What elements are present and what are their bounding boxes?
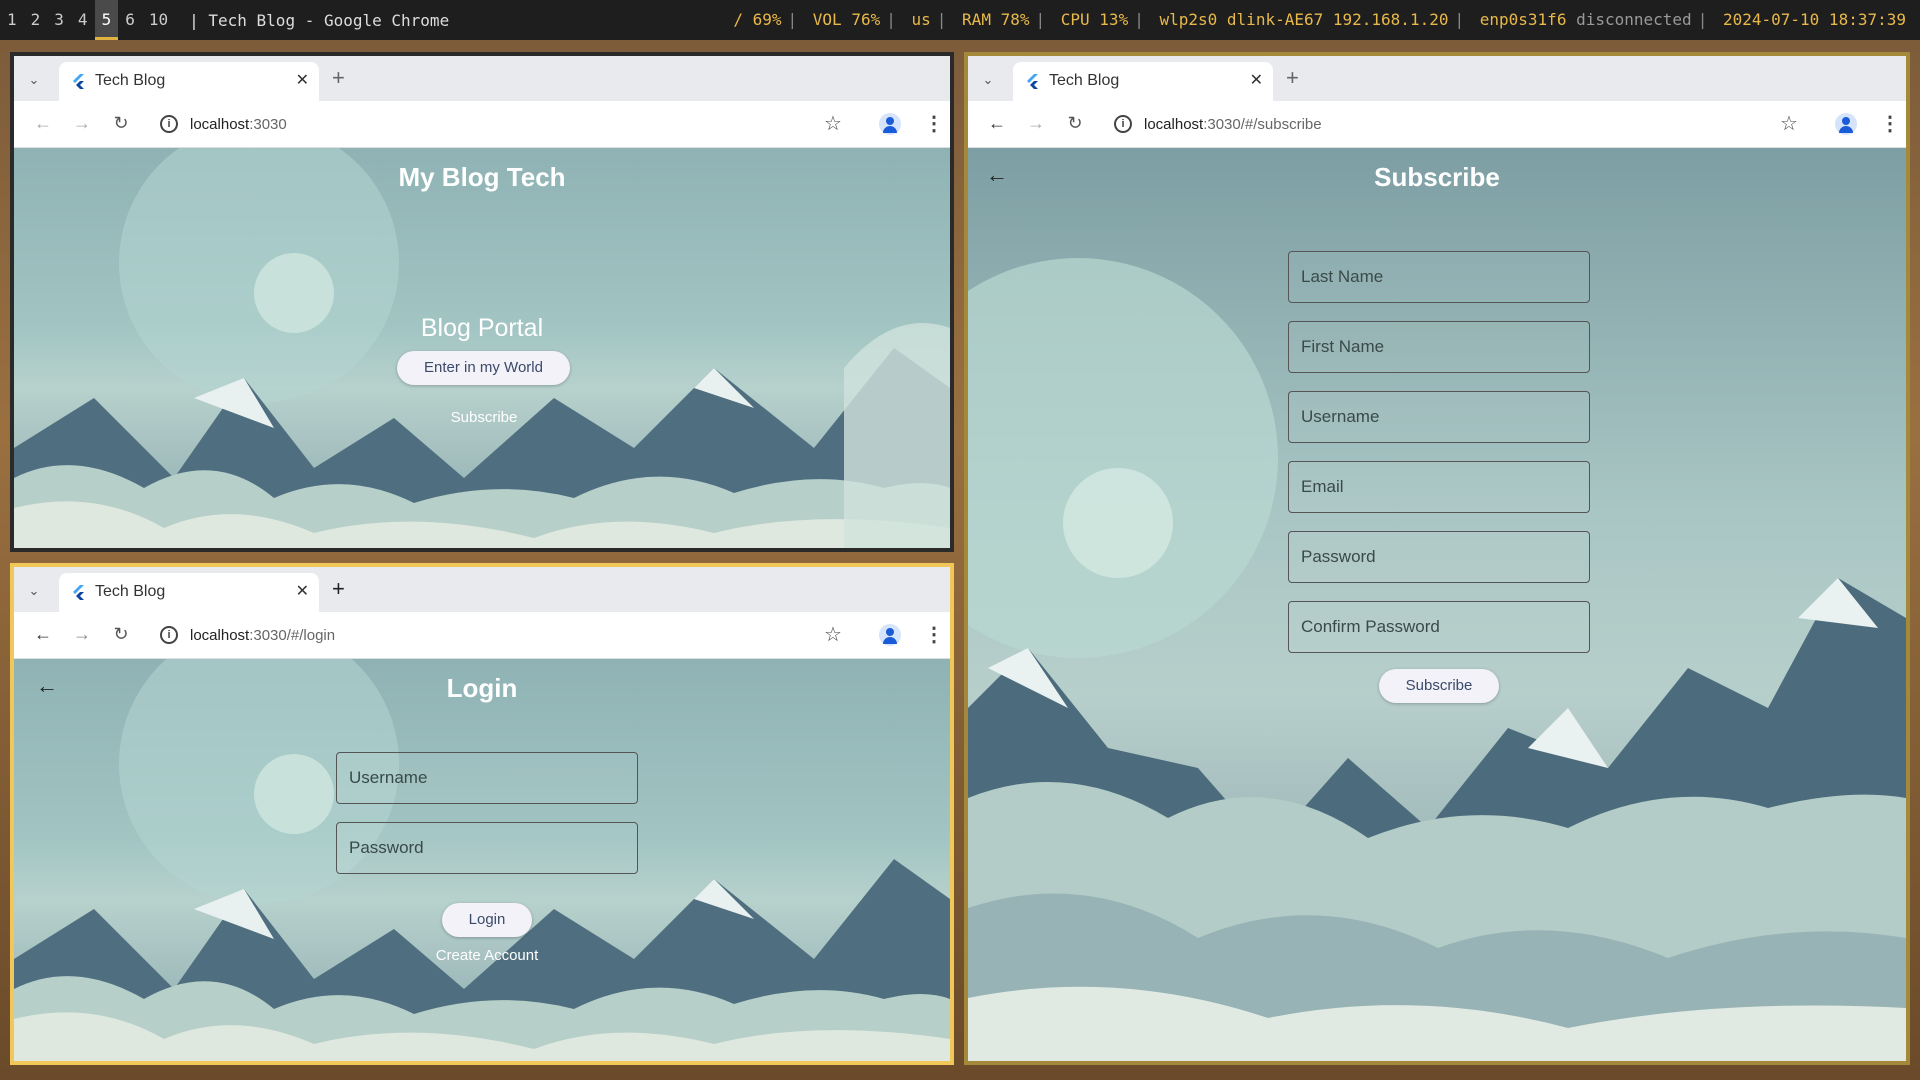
url-text[interactable]: localhost:3030/#/login [190, 627, 335, 644]
info-icon[interactable]: i [160, 626, 178, 644]
flutter-icon [73, 585, 84, 600]
kebab-menu-icon[interactable]: ⋮ [924, 622, 944, 647]
page-title: Login [446, 673, 518, 703]
email-field[interactable]: Email [1288, 461, 1590, 513]
workspace-1[interactable]: 1 [0, 0, 24, 40]
kebab-menu-icon[interactable]: ⋮ [1880, 111, 1900, 136]
workspace-3[interactable]: 3 [47, 0, 71, 40]
tab-title: Tech Blog [95, 583, 166, 600]
chevron-down-icon[interactable]: ⌄ [24, 70, 44, 90]
password-field[interactable]: Password [336, 822, 638, 874]
tab-strip: ⌄ Tech Blog ✕ + [968, 56, 1906, 101]
url-text[interactable]: localhost:3030 [190, 116, 287, 133]
browser-window-login: ⌄ Tech Blog ✕ + ← → ↻ i localhost:3030/#… [10, 563, 954, 1065]
profile-icon[interactable] [879, 113, 901, 135]
forward-icon[interactable]: → [71, 624, 93, 645]
create-account-link[interactable]: Create Account [407, 947, 567, 964]
page-content: My Blog Tech Blog Portal Enter in my Wor… [14, 148, 950, 548]
page-title: My Blog Tech [398, 162, 566, 192]
forward-icon[interactable]: → [1025, 113, 1047, 134]
tab-title: Tech Blog [95, 72, 166, 89]
star-icon[interactable]: ☆ [1780, 111, 1798, 136]
chevron-down-icon[interactable]: ⌄ [978, 70, 998, 90]
back-icon[interactable]: ← [986, 113, 1008, 134]
ram-usage: RAM 78% [962, 10, 1030, 29]
status-blocks: / 69% | VOL 76% | us | RAM 78% | CPU 13% | wl… [733, 10, 1906, 29]
address-bar: ← → ↻ i localhost:3030/#/subscribe ☆ ⋮ [968, 101, 1906, 148]
workspace-10[interactable]: 10 [142, 0, 175, 40]
tab-tech-blog[interactable]: Tech Blog ✕ [59, 573, 319, 612]
flutter-icon [73, 74, 84, 89]
page-title: Subscribe [1374, 162, 1500, 192]
close-icon[interactable]: ✕ [296, 70, 309, 90]
password-field[interactable]: Password [1288, 531, 1590, 583]
plus-icon[interactable]: + [332, 65, 345, 91]
tab-strip: ⌄ Tech Blog ✕ + [14, 56, 950, 101]
window-title-text: Tech Blog - Google Chrome [208, 10, 450, 30]
back-icon[interactable]: ← [32, 113, 54, 134]
ethernet-state: disconnected [1576, 10, 1692, 29]
back-icon[interactable]: ← [32, 624, 54, 645]
chevron-down-icon[interactable]: ⌄ [24, 581, 44, 601]
username-field[interactable]: Username [336, 752, 638, 804]
status-bar: 1 2 3 4 5 6 10 | Tech Blog - Google Chro… [0, 0, 1920, 40]
kebab-menu-icon[interactable]: ⋮ [924, 111, 944, 136]
username-field[interactable]: Username [1288, 391, 1590, 443]
tab-tech-blog[interactable]: Tech Blog ✕ [59, 62, 319, 101]
star-icon[interactable]: ☆ [824, 622, 842, 647]
volume: VOL 76% [812, 10, 881, 29]
forward-icon[interactable]: → [71, 113, 93, 134]
info-icon[interactable]: i [1114, 115, 1132, 133]
url-box[interactable]: i localhost:3030 [150, 107, 850, 142]
tab-title: Tech Blog [1049, 72, 1120, 89]
browser-window-subscribe: ⌄ Tech Blog ✕ + ← → ↻ i localhost:3030/#… [964, 52, 1910, 1065]
login-button[interactable]: Login [442, 903, 532, 937]
subscribe-link[interactable]: Subscribe [434, 409, 534, 426]
cpu-usage: CPU 13% [1060, 10, 1129, 29]
disk-usage: / 69% [733, 10, 782, 29]
datetime: 2024-07-10 18:37:39 [1722, 10, 1906, 29]
flutter-icon [1027, 74, 1038, 89]
first-name-field[interactable]: First Name [1288, 321, 1590, 373]
confirm-password-field[interactable]: Confirm Password [1288, 601, 1590, 653]
info-icon[interactable]: i [160, 115, 178, 133]
url-box[interactable]: i localhost:3030/#/subscribe [1104, 107, 1804, 142]
page-content: ← Login Username Password Login Create A… [14, 659, 950, 1061]
workspace-5[interactable]: 5 [94, 0, 119, 40]
portal-label: Blog Portal [420, 314, 544, 342]
profile-icon[interactable] [879, 624, 901, 646]
address-bar: ← → ↻ i localhost:3030/#/login ☆ ⋮ [14, 612, 950, 659]
close-icon[interactable]: ✕ [1250, 70, 1263, 90]
reload-icon[interactable]: ↻ [110, 624, 132, 645]
profile-icon[interactable] [1835, 113, 1857, 135]
browser-window-home: ⌄ Tech Blog ✕ + ← → ↻ i localhost:3030 ☆… [10, 52, 954, 552]
landscape-illustration [14, 148, 950, 548]
reload-icon[interactable]: ↻ [110, 113, 132, 134]
star-icon[interactable]: ☆ [824, 111, 842, 136]
url-box[interactable]: i localhost:3030/#/login [150, 618, 850, 653]
page-content: ← Subscribe Last Name First Name Usernam… [968, 148, 1906, 1061]
focused-window-title: | Tech Blog - Google Chrome [189, 10, 450, 30]
wifi-status: wlp2s0 dlink-AE67 192.168.1.20 [1159, 10, 1449, 29]
plus-icon[interactable]: + [332, 576, 345, 602]
enter-world-button[interactable]: Enter in my World [397, 351, 570, 385]
tab-strip: ⌄ Tech Blog ✕ + [14, 567, 950, 612]
background-image [14, 148, 950, 548]
workspace-6[interactable]: 6 [118, 0, 142, 40]
plus-icon[interactable]: + [1286, 65, 1299, 91]
address-bar: ← → ↻ i localhost:3030 ☆ ⋮ [14, 101, 950, 148]
last-name-field[interactable]: Last Name [1288, 251, 1590, 303]
workspace-4[interactable]: 4 [71, 0, 95, 40]
workspace-2[interactable]: 2 [24, 0, 48, 40]
url-text[interactable]: localhost:3030/#/subscribe [1144, 116, 1322, 133]
reload-icon[interactable]: ↻ [1064, 113, 1086, 134]
tab-tech-blog[interactable]: Tech Blog ✕ [1013, 62, 1273, 101]
ethernet-iface: enp0s31f6 [1479, 10, 1567, 29]
close-icon[interactable]: ✕ [296, 581, 309, 601]
subscribe-button[interactable]: Subscribe [1379, 669, 1499, 703]
keyboard-layout: us [911, 10, 931, 29]
